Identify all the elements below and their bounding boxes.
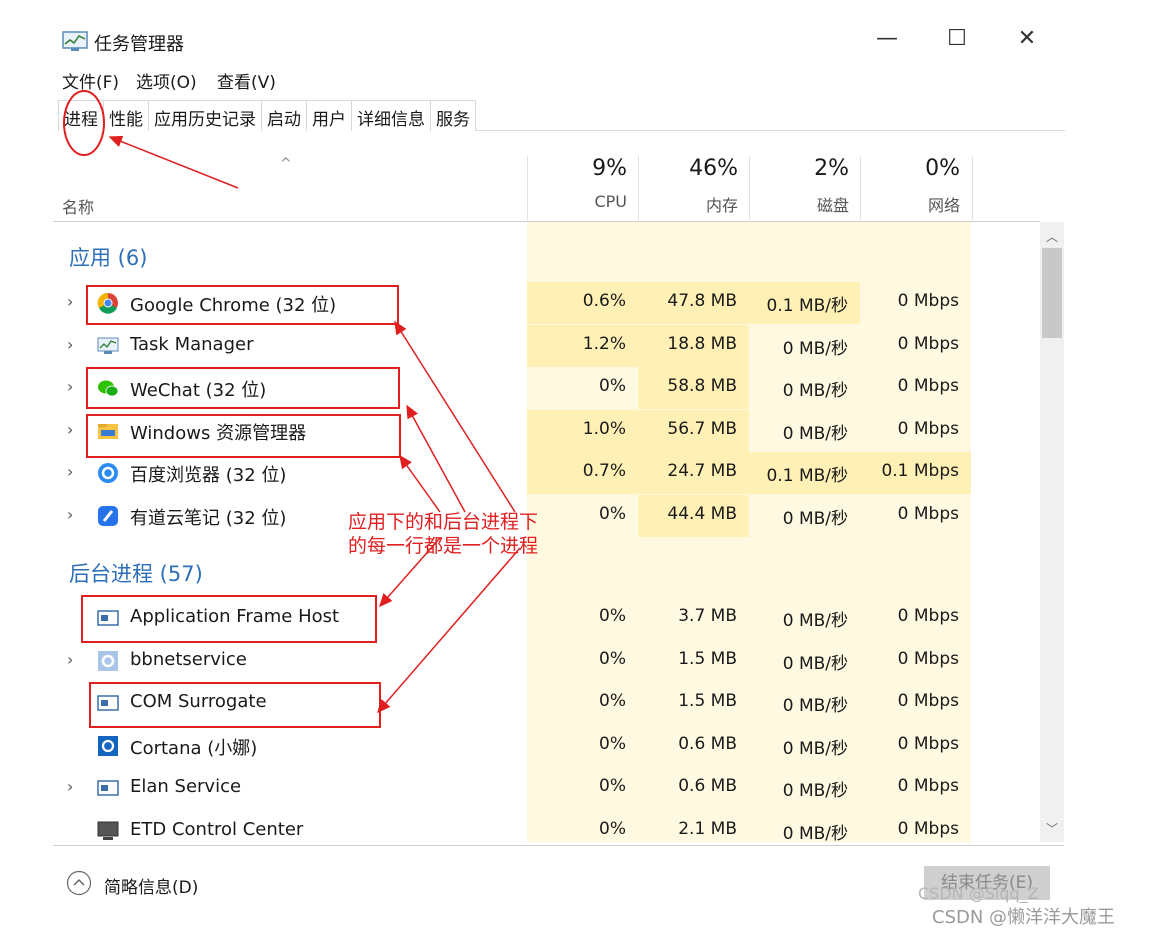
- annotation-text: 应用下的和后台进程下 的每一行都是一个进程: [348, 511, 539, 557]
- youdao-note-icon: [98, 506, 118, 526]
- expand-chevron-icon[interactable]: ›: [67, 650, 73, 669]
- menu-view[interactable]: 查看(V): [217, 68, 276, 93]
- expand-chevron-icon[interactable]: ›: [67, 777, 73, 796]
- sort-indicator: ^: [280, 156, 292, 172]
- cpu-label: CPU: [594, 192, 627, 211]
- expand-chevron-icon[interactable]: ›: [67, 420, 73, 439]
- process-row[interactable]: ETD Control Center 0% 2.1 MB 0 MB/秒 0 Mbps: [53, 810, 1040, 842]
- minimize-button[interactable]: —: [872, 26, 902, 51]
- task-manager-icon: [97, 337, 119, 354]
- column-header-memory[interactable]: 46% 内存: [638, 156, 750, 220]
- process-row[interactable]: › 有道云笔记 (32 位) 0% 44.4 MB 0 MB/秒 0 Mbps: [53, 495, 1040, 537]
- column-header-disk[interactable]: 2% 磁盘: [749, 156, 861, 220]
- disk-value: 0 MB/秒: [782, 509, 848, 529]
- column-header-cpu[interactable]: 9% CPU: [527, 156, 639, 220]
- process-row[interactable]: › bbnetservice 0% 1.5 MB 0 MB/秒 0 Mbps: [53, 640, 1040, 682]
- close-button[interactable]: ✕: [1012, 26, 1042, 51]
- cpu-value: 0%: [599, 819, 626, 839]
- process-row[interactable]: Cortana (小娜) 0% 0.6 MB 0 MB/秒 0 Mbps: [53, 725, 1040, 767]
- process-row[interactable]: › 百度浏览器 (32 位) 0.7% 24.7 MB 0.1 MB/秒 0.1 Mbps: [53, 452, 1040, 495]
- process-name: Elan Service: [130, 776, 242, 798]
- scrollbar-thumb[interactable]: [1042, 248, 1062, 338]
- memory-label: 内存: [705, 196, 738, 215]
- tab-details[interactable]: 详细信息: [351, 100, 431, 131]
- cortana-icon: [98, 735, 118, 756]
- disk-total-percent: 2%: [814, 156, 849, 181]
- cpu-value: 0%: [599, 504, 626, 524]
- net-value: 0 Mbps: [897, 504, 959, 524]
- group-header-background[interactable]: 后台进程 (57): [69, 558, 203, 588]
- mem-value: 2.1 MB: [678, 819, 737, 839]
- footer-divider: [53, 845, 1064, 846]
- process-name: 百度浏览器 (32 位): [130, 465, 287, 487]
- watermark-small: CSDN @Slqq_Z: [918, 884, 1039, 903]
- tab-services[interactable]: 服务: [430, 100, 476, 131]
- service-gear-icon: [98, 650, 118, 671]
- tab-startup[interactable]: 启动: [261, 100, 307, 131]
- tab-users[interactable]: 用户: [306, 100, 352, 131]
- annotation-box-chrome: [86, 285, 399, 325]
- app-window-icon: [97, 780, 119, 797]
- monitor-icon: [97, 821, 119, 840]
- process-name: 有道云笔记 (32 位): [130, 508, 287, 529]
- column-header-network[interactable]: 0% 网络: [860, 156, 973, 220]
- disk-label: 磁盘: [816, 196, 849, 215]
- fewer-details-link[interactable]: 简略信息(D): [104, 873, 198, 898]
- watermark: CSDN @懒洋洋大魔王: [932, 907, 1116, 928]
- network-label: 网络: [927, 196, 960, 215]
- maximize-button[interactable]: ☐: [942, 26, 972, 51]
- process-row[interactable]: › Task Manager 1.2% 18.8 MB 0 MB/秒 0 Mbps: [53, 324, 1040, 367]
- baidu-browser-icon: [98, 463, 118, 484]
- scroll-up-icon[interactable]: ︿: [1046, 228, 1058, 245]
- process-row[interactable]: › Elan Service 0% 0.6 MB 0 MB/秒 0 Mbps: [53, 767, 1040, 809]
- column-header-name[interactable]: 名称: [62, 194, 94, 218]
- net-value: 0 Mbps: [897, 819, 959, 839]
- tab-strip: 进程 性能 应用历史记录 启动 用户 详细信息 服务: [58, 100, 1065, 132]
- expand-chevron-icon[interactable]: ›: [67, 462, 73, 481]
- collapse-chevron-icon[interactable]: [66, 870, 92, 896]
- cpu-total-percent: 9%: [592, 156, 627, 181]
- menu-options[interactable]: 选项(O): [136, 68, 197, 93]
- expand-chevron-icon[interactable]: ›: [67, 377, 73, 396]
- expand-chevron-icon[interactable]: ›: [67, 292, 73, 311]
- annotation-box-appframehost: [81, 595, 377, 643]
- network-total-percent: 0%: [925, 156, 960, 181]
- task-manager-app-icon: [62, 31, 88, 51]
- tab-performance[interactable]: 性能: [103, 100, 149, 131]
- tab-app-history[interactable]: 应用历史记录: [148, 100, 262, 131]
- annotation-box-comsurrogate: [89, 682, 381, 728]
- menu-file[interactable]: 文件(F): [62, 68, 119, 93]
- process-name: bbnetservice: [130, 648, 247, 670]
- scroll-down-icon[interactable]: ﹀: [1046, 820, 1058, 837]
- process-name: Task Manager: [130, 333, 254, 355]
- tab-processes[interactable]: 进程: [58, 100, 104, 132]
- window-title: 任务管理器: [94, 34, 184, 55]
- disk-value: 0 MB/秒: [782, 824, 848, 842]
- process-name: ETD Control Center: [130, 819, 304, 840]
- annotation-box-wechat: [86, 367, 400, 409]
- group-header-apps[interactable]: 应用 (6): [69, 242, 147, 272]
- expand-chevron-icon[interactable]: ›: [67, 505, 73, 524]
- process-name: Cortana (小娜): [130, 737, 258, 759]
- memory-total-percent: 46%: [689, 156, 738, 181]
- mem-value: 44.4 MB: [667, 504, 737, 524]
- expand-chevron-icon[interactable]: ›: [67, 335, 73, 354]
- annotation-box-explorer: [86, 414, 401, 458]
